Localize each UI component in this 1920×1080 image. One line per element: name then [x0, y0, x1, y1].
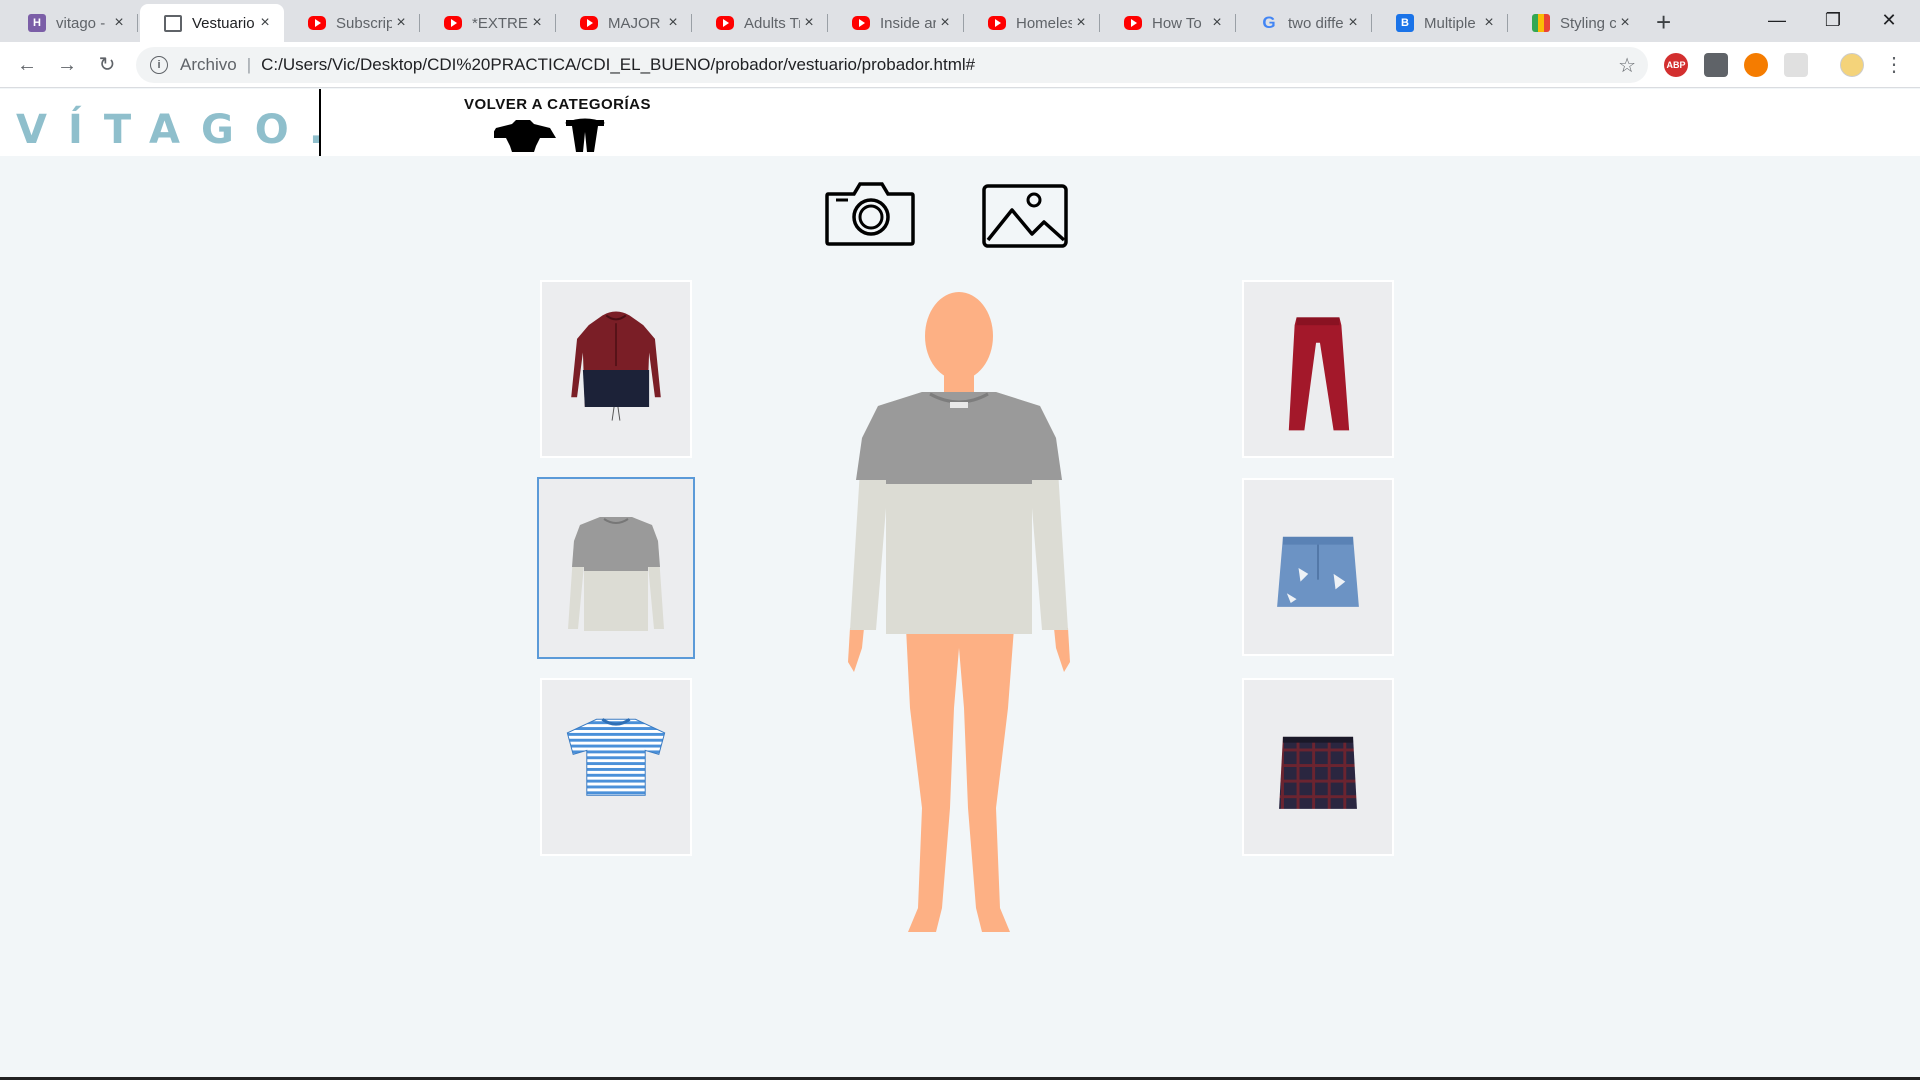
close-icon[interactable]: ×	[936, 14, 954, 32]
youtube-icon	[1124, 16, 1142, 30]
mannequin	[848, 292, 1070, 932]
address-bar[interactable]: i Archivo | C:/Users/Vic/Desktop/CDI%20P…	[136, 47, 1648, 83]
browser-tab-strip: H vitago - × Vestuario × Subscrip × *EXT…	[0, 0, 1920, 42]
tab-title: Subscrip	[336, 14, 392, 32]
b-icon: B	[1396, 14, 1414, 32]
youtube-icon	[988, 16, 1006, 30]
close-icon[interactable]: ×	[1616, 14, 1634, 32]
profile-avatar[interactable]	[1840, 53, 1864, 77]
restore-button[interactable]: ❐	[1810, 4, 1856, 36]
pants-image	[1288, 317, 1350, 431]
camera-icon[interactable]	[824, 180, 916, 248]
tab[interactable]: G two diffe ×	[1236, 4, 1372, 42]
close-icon[interactable]: ×	[664, 14, 682, 32]
address-separator: |	[246, 55, 252, 74]
forward-button[interactable]: →	[52, 50, 82, 80]
tab-title: Multiple	[1424, 14, 1476, 32]
reload-button[interactable]: ↻	[92, 50, 122, 80]
denim-skirt-image	[1277, 536, 1359, 607]
tab-title: Adults Tr	[744, 14, 800, 32]
close-icon[interactable]: ×	[392, 14, 410, 32]
clothing-item-plaid-skirt[interactable]	[1242, 678, 1394, 856]
back-button[interactable]: ←	[12, 50, 42, 80]
google-icon: G	[1262, 13, 1276, 32]
extension-icon[interactable]	[1784, 53, 1808, 77]
extension-icon[interactable]	[1744, 53, 1768, 77]
clothing-item-tshirt[interactable]	[540, 678, 692, 856]
category-icons	[494, 118, 605, 152]
tab[interactable]: How To ×	[1100, 4, 1236, 42]
close-icon[interactable]: ×	[528, 14, 546, 32]
site-logo[interactable]: VÍTAGO.	[16, 107, 345, 153]
tab-title: Inside ar	[880, 14, 936, 32]
tab-title: Homeles	[1016, 14, 1072, 32]
tab-title: *EXTREM	[472, 14, 528, 32]
close-icon[interactable]: ×	[1072, 14, 1090, 32]
close-icon[interactable]: ×	[1344, 14, 1362, 32]
tab-title: How To	[1152, 14, 1202, 32]
tab[interactable]: Styling c ×	[1508, 4, 1644, 42]
site-header: VÍTAGO. VOLVER A CATEGORÍAS	[0, 89, 1920, 156]
tab[interactable]: Subscrip ×	[284, 4, 420, 42]
h-icon: H	[28, 14, 46, 32]
jacket-image	[571, 311, 661, 421]
sweater-image	[568, 517, 664, 631]
clothing-item-jacket[interactable]	[540, 280, 692, 458]
tab-title: Styling c	[1560, 14, 1616, 32]
back-to-categories-link[interactable]: VOLVER A CATEGORÍAS	[464, 96, 651, 113]
tab-active[interactable]: Vestuario ×	[140, 4, 284, 42]
browser-toolbar: ← → ↻ i Archivo | C:/Users/Vic/Desktop/C…	[0, 42, 1920, 88]
address-scheme-label: Archivo	[180, 55, 237, 74]
grid-icon	[1532, 14, 1550, 32]
tab[interactable]: Homeles ×	[964, 4, 1100, 42]
shirt-icon[interactable]	[494, 120, 556, 152]
address-url[interactable]: C:/Users/Vic/Desktop/CDI%20PRACTICA/CDI_…	[261, 55, 1618, 75]
tab[interactable]: Inside ar ×	[828, 4, 964, 42]
close-icon[interactable]: ×	[110, 14, 128, 32]
youtube-icon	[852, 16, 870, 30]
clothing-item-sweater[interactable]	[537, 477, 695, 659]
document-icon	[164, 14, 182, 32]
clothing-item-pants[interactable]	[1242, 280, 1394, 458]
tab[interactable]: B Multiple ×	[1372, 4, 1508, 42]
tab-title: vitago -	[56, 14, 106, 32]
image-icon[interactable]	[982, 184, 1068, 248]
tab-title: Vestuario	[192, 14, 255, 32]
info-icon[interactable]: i	[150, 56, 168, 74]
close-icon[interactable]: ×	[1480, 14, 1498, 32]
close-window-button[interactable]: ✕	[1866, 4, 1912, 36]
close-icon[interactable]: ×	[800, 14, 818, 32]
youtube-icon	[580, 16, 598, 30]
tshirt-image	[566, 718, 666, 796]
mannequin-sweater	[850, 392, 1068, 634]
close-icon[interactable]: ×	[1208, 14, 1226, 32]
header-divider	[319, 89, 321, 156]
youtube-icon	[444, 16, 462, 30]
tab[interactable]: H vitago - ×	[4, 4, 138, 42]
close-icon[interactable]: ×	[256, 14, 274, 32]
tab[interactable]: MAJOR ×	[556, 4, 692, 42]
tab[interactable]: *EXTREM ×	[420, 4, 556, 42]
plaid-skirt-image	[1279, 736, 1357, 809]
minimize-button[interactable]: —	[1754, 4, 1800, 36]
tab[interactable]: Adults Tr ×	[692, 4, 828, 42]
clothing-item-denim-skirt[interactable]	[1242, 478, 1394, 656]
new-tab-button[interactable]: +	[1656, 7, 1671, 38]
youtube-icon	[716, 16, 734, 30]
tab-title: MAJOR	[608, 14, 661, 32]
browser-menu-icon[interactable]: ⋮	[1884, 52, 1904, 78]
tab-title: two diffe	[1288, 14, 1344, 32]
pants-icon[interactable]	[565, 118, 605, 152]
bookmark-star-icon[interactable]: ☆	[1618, 53, 1636, 78]
adblock-extension-icon[interactable]: ABP	[1664, 53, 1688, 77]
extension-icon[interactable]	[1704, 53, 1728, 77]
youtube-icon	[308, 16, 326, 30]
